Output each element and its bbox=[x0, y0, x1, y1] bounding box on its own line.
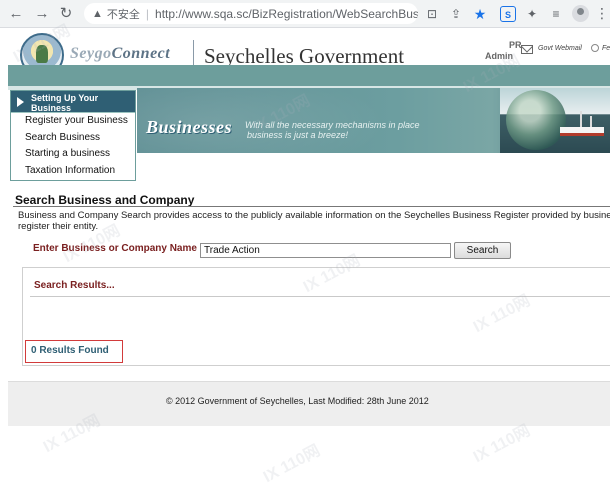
admin-pr-label: PR bbox=[509, 40, 522, 50]
seygo-logo[interactable]: SeygoConnect bbox=[70, 45, 170, 63]
search-button[interactable]: Search bbox=[454, 242, 511, 259]
sidebar-heading-line1: Setting Up Your bbox=[31, 93, 99, 103]
heading-divider bbox=[13, 206, 610, 207]
triangle-right-icon bbox=[17, 97, 24, 107]
sidebar: Setting Up Your Business Register your B… bbox=[10, 90, 136, 181]
intro-text: Business and Company Search provides acc… bbox=[18, 211, 610, 221]
share-icon[interactable]: ⇪ bbox=[448, 6, 464, 22]
menu-icon[interactable]: ⋮ bbox=[595, 5, 609, 21]
profile-icon[interactable] bbox=[572, 5, 589, 22]
media-icon[interactable]: ≡ bbox=[548, 6, 564, 22]
puzzle-icon[interactable]: ✦ bbox=[524, 6, 540, 22]
warning-icon: ▲ bbox=[92, 7, 103, 20]
feedback-icon bbox=[591, 44, 599, 52]
sidebar-item-register-business[interactable]: Register your Business bbox=[11, 113, 135, 130]
search-label: Enter Business or Company Name bbox=[33, 243, 197, 254]
results-title: Search Results... bbox=[34, 280, 115, 291]
star-icon[interactable]: ★ bbox=[472, 6, 488, 22]
search-input[interactable] bbox=[200, 243, 451, 258]
url-text: http://www.sqa.sc/BizRegistration/WebSea… bbox=[155, 6, 418, 21]
feedback-link[interactable]: Fe bbox=[602, 45, 610, 52]
businesses-banner: Businesses With all the necessary mechan… bbox=[137, 88, 610, 153]
results-divider bbox=[30, 296, 610, 297]
banner-photo bbox=[500, 88, 610, 153]
section-heading: Search Business and Company bbox=[15, 193, 195, 207]
sidebar-heading[interactable]: Setting Up Your Business bbox=[11, 91, 135, 113]
footer-text: © 2012 Government of Seychelles, Last Mo… bbox=[166, 396, 429, 406]
results-count: 0 Results Found bbox=[25, 340, 123, 363]
banner-subtitle-line1: With all the necessary mechanisms in pla… bbox=[245, 120, 420, 130]
translate-icon[interactable]: ⊡ bbox=[424, 6, 440, 22]
sidebar-heading-line2: Business bbox=[31, 103, 72, 113]
admin-link[interactable]: Admin bbox=[485, 51, 513, 61]
reload-icon[interactable]: ↻ bbox=[56, 4, 76, 24]
globe-icon bbox=[506, 90, 566, 150]
omnibox-separator: | bbox=[145, 6, 150, 21]
banner-subtitle: With all the necessary mechanisms in pla… bbox=[245, 120, 455, 140]
intro-text-line2: register their entity. bbox=[18, 221, 99, 232]
sidebar-item-search-business[interactable]: Search Business bbox=[11, 130, 135, 147]
browser-toolbar: ← → ↻ ▲ 不安全 | http://www.sqa.sc/BizRegis… bbox=[0, 0, 610, 28]
address-bar[interactable]: ▲ 不安全 | http://www.sqa.sc/BizRegistratio… bbox=[84, 3, 418, 24]
extension-s-icon[interactable]: S bbox=[500, 6, 516, 22]
banner-subtitle-line2: business is just a breeze! bbox=[247, 130, 349, 140]
nav-bar bbox=[8, 65, 610, 86]
forward-arrow-icon[interactable]: → bbox=[32, 4, 52, 24]
ship-icon bbox=[560, 110, 604, 136]
sidebar-item-starting-business[interactable]: Starting a business bbox=[11, 146, 135, 163]
watermark: IX 110网 bbox=[260, 442, 323, 487]
back-arrow-icon[interactable]: ← bbox=[6, 4, 26, 24]
banner-title: Businesses bbox=[146, 117, 233, 137]
sidebar-item-taxation-information[interactable]: Taxation Information bbox=[11, 163, 135, 180]
insecure-label: 不安全 bbox=[106, 8, 140, 21]
mail-icon bbox=[521, 45, 533, 54]
govt-webmail-link[interactable]: Govt Webmail bbox=[538, 45, 582, 52]
